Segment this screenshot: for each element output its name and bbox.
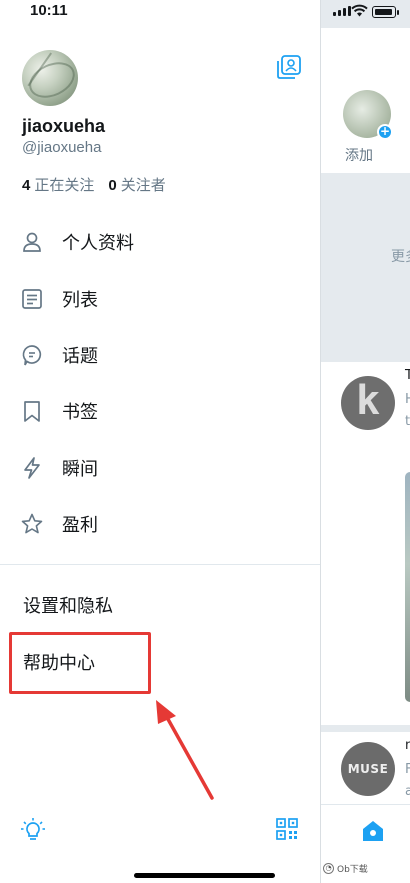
menu-item-moments[interactable]: 瞬间: [0, 440, 320, 496]
menu-item-lists[interactable]: 列表: [0, 270, 320, 326]
menu-item-topics[interactable]: 话题: [0, 327, 320, 383]
annotation-arrow: [156, 700, 214, 800]
tweet-text: F: [405, 762, 410, 777]
status-icons: [321, 0, 410, 24]
home-icon[interactable]: [361, 819, 385, 843]
user-handle: @jiaoxueha: [22, 139, 102, 156]
menu-item-label: 盈利: [62, 515, 98, 537]
followers-count: 0: [108, 177, 117, 194]
status-time: 10:11: [30, 2, 68, 19]
person-icon: [23, 232, 41, 253]
menu-item-profile[interactable]: 个人资料: [0, 214, 320, 270]
tweet-card[interactable]: k T H t: [321, 362, 410, 725]
display-name[interactable]: jiaoxueha: [22, 116, 105, 137]
qr-code-icon[interactable]: [276, 818, 298, 840]
menu-item-label: 话题: [62, 345, 98, 367]
signal-icon: [333, 6, 351, 16]
menu-item-bookmarks[interactable]: 书签: [0, 383, 320, 439]
tweet-card[interactable]: MUSE n F a: [321, 732, 410, 804]
watermark: ◔ Ob下载: [321, 862, 410, 875]
follow-stats: 4 正在关注 0 关注者: [22, 174, 166, 195]
menu-item-label: 书签: [62, 402, 98, 424]
tweet-text: a: [405, 784, 410, 799]
divider: [0, 564, 320, 565]
menu-item-label: 个人资料: [62, 233, 134, 255]
topic-icon: [22, 345, 42, 366]
tweet-media[interactable]: [405, 472, 410, 702]
drawer-menu: 个人资料 列表 话题 书签 瞬间 盈利: [0, 214, 320, 552]
menu-item-label: 瞬间: [62, 458, 98, 480]
star-icon: [21, 513, 43, 534]
lightning-icon: [24, 456, 40, 479]
avatar[interactable]: MUSE: [341, 742, 395, 796]
battery-icon: [372, 6, 396, 18]
timeline-background: + 添加 更多 k T H t MUSE n F a ◔ Ob下载: [321, 0, 410, 883]
avatar[interactable]: k: [341, 376, 395, 430]
more-text: 更多: [391, 249, 410, 265]
accounts-icon[interactable]: [276, 54, 302, 80]
followers-label: 关注者: [120, 176, 166, 194]
wifi-icon: [351, 4, 368, 17]
drawer-bottom-bar: [0, 806, 320, 856]
menu-item-monetization[interactable]: 盈利: [0, 496, 320, 552]
fleet-bar: + 添加: [321, 28, 410, 173]
settings-privacy-link[interactable]: 设置和隐私: [23, 592, 113, 618]
avatar[interactable]: [22, 50, 78, 106]
menu-item-label: 列表: [62, 289, 98, 311]
home-indicator[interactable]: [134, 873, 275, 878]
tweet-text: t: [405, 414, 410, 429]
side-drawer: 10:11 jiaoxueha @jiaoxueha 4 正在关注 0 关注者 个人…: [0, 0, 321, 883]
list-icon: [22, 288, 42, 309]
following-link[interactable]: 4 正在关注: [22, 174, 94, 195]
lightbulb-icon[interactable]: [20, 817, 46, 843]
plus-icon: +: [377, 124, 393, 140]
annotation-highlight-box: [9, 632, 151, 694]
bookmark-icon: [24, 401, 40, 423]
tweet-text: H: [405, 392, 410, 407]
tweet-author: T: [405, 368, 410, 383]
fleet-add-label: 添加: [345, 148, 373, 164]
tweet-author: n: [405, 738, 410, 753]
followers-link[interactable]: 0 关注者: [108, 174, 165, 195]
following-label: 正在关注: [34, 176, 95, 194]
following-count: 4: [22, 177, 31, 194]
wechat-icon: ◔: [323, 863, 334, 874]
